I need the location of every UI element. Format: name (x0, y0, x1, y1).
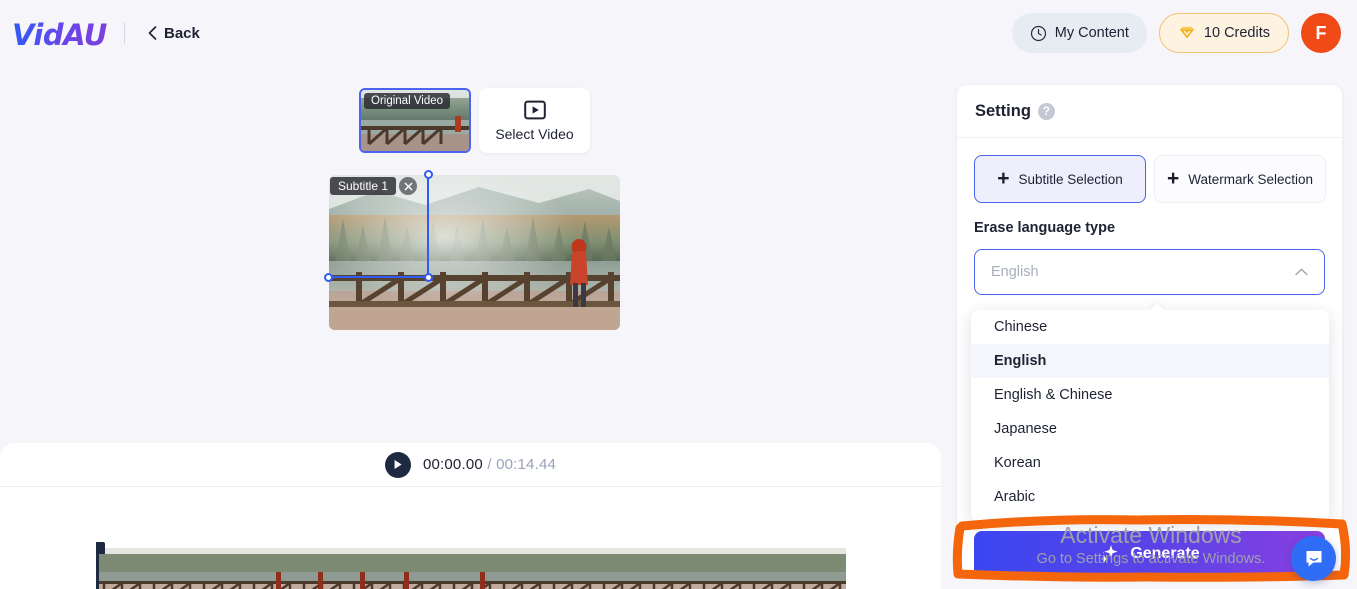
vidau-logo[interactable]: VidAU (12, 18, 107, 52)
frame-image (346, 548, 396, 589)
original-video-badge: Original Video (364, 93, 451, 109)
editor-canvas: Original Video Select Video Subtitle 1 (0, 66, 941, 443)
sparkles-icon (1101, 545, 1118, 563)
timeline-frame[interactable] (196, 548, 246, 589)
frame-image (246, 548, 296, 589)
playhead-handle[interactable] (96, 542, 105, 554)
play-icon (394, 460, 402, 469)
player-panel: 00:00.00 / 00:14.44 (0, 443, 941, 589)
my-content-label: My Content (1054, 25, 1129, 41)
play-box-icon (523, 100, 546, 120)
credits-label: 10 Credits (1203, 25, 1270, 41)
avatar[interactable]: F (1301, 13, 1341, 53)
frame-image (396, 548, 446, 589)
frame-image (596, 548, 646, 589)
timeline-frame[interactable] (96, 548, 146, 589)
timeline-frame[interactable] (646, 548, 696, 589)
close-icon[interactable] (399, 177, 417, 195)
frame-image (496, 548, 546, 589)
resize-handle-corner[interactable] (424, 273, 433, 282)
clock-icon (1030, 25, 1046, 41)
credits-button[interactable]: 10 Credits (1158, 13, 1289, 53)
language-dropdown[interactable]: Chinese English English & Chinese Japane… (971, 310, 1329, 521)
avatar-initial: F (1315, 22, 1327, 43)
timeline-frame[interactable] (396, 548, 446, 589)
close-x-icon (404, 182, 412, 190)
subtitle-selection-button[interactable]: + Subtitle Selection (974, 155, 1146, 203)
my-content-button[interactable]: My Content (1011, 13, 1147, 53)
language-select[interactable]: English (974, 249, 1325, 295)
frame-image (146, 548, 196, 589)
plus-icon: + (997, 166, 1010, 190)
chevron-left-icon (148, 26, 157, 40)
help-icon[interactable]: ? (1037, 102, 1055, 120)
chevron-up-icon (1295, 268, 1308, 276)
app-header: VidAU Back My Content 10 Credits F (0, 0, 1357, 66)
timeline-frame[interactable] (596, 548, 646, 589)
dropdown-option[interactable]: Arabic (971, 480, 1329, 514)
back-button[interactable]: Back (148, 21, 200, 45)
video-preview-image (329, 175, 620, 330)
frame-image (546, 548, 596, 589)
chat-bubble-icon (1306, 550, 1321, 566)
settings-header: Setting ? (957, 85, 1342, 138)
settings-title: Setting (975, 101, 1031, 120)
header-divider (124, 22, 125, 44)
frame-image (196, 548, 246, 589)
chat-widget-button[interactable] (1291, 536, 1336, 581)
select-video-button[interactable]: Select Video (479, 88, 590, 153)
timeline-frame[interactable] (696, 548, 746, 589)
current-time: 00:00.00 (422, 456, 483, 473)
dropdown-option[interactable]: Chinese (971, 310, 1329, 344)
time-separator: / (487, 456, 492, 473)
frame-image (446, 548, 496, 589)
select-video-label: Select Video (495, 126, 574, 142)
timeline-frame[interactable] (296, 548, 346, 589)
timeline-frame[interactable] (796, 548, 846, 589)
dropdown-option[interactable]: English & Chinese (971, 378, 1329, 412)
header-actions: My Content 10 Credits F (1011, 13, 1341, 53)
timeline-frame[interactable] (546, 548, 596, 589)
dropdown-caret (1148, 303, 1166, 312)
timeline-frame[interactable] (496, 548, 546, 589)
frame-image (646, 548, 696, 589)
timeline[interactable] (0, 488, 941, 589)
plus-icon: + (1166, 166, 1180, 190)
timeline-frame[interactable] (446, 548, 496, 589)
watermark-selection-label: Watermark Selection (1188, 171, 1314, 187)
play-button[interactable] (384, 451, 411, 478)
timeline-frame[interactable] (146, 548, 196, 589)
timeline-frame[interactable] (746, 548, 796, 589)
app-root: VidAU Back My Content 10 Credits F Origi… (0, 0, 1357, 589)
dropdown-option[interactable]: Japanese (971, 412, 1329, 446)
resize-handle-left[interactable] (324, 273, 333, 282)
selection-mode-row: + Subtitle Selection + Watermark Selecti… (974, 155, 1326, 203)
watermark-selection-button[interactable]: + Watermark Selection (1154, 155, 1326, 203)
language-select-value: English (991, 264, 1039, 280)
frame-image (96, 548, 146, 589)
resize-handle-top[interactable] (424, 170, 433, 179)
generate-label: Generate (1130, 545, 1200, 562)
dropdown-option[interactable]: Korean (971, 446, 1329, 480)
frame-image (796, 548, 846, 589)
generate-button[interactable]: Generate (974, 531, 1325, 577)
video-thumbnail-row: Original Video Select Video (359, 88, 590, 153)
frame-image (696, 548, 746, 589)
timeline-filmstrip[interactable] (96, 548, 847, 589)
subtitle-selection-label: Subtitle Selection (1018, 171, 1123, 187)
total-time: 00:14.44 (496, 456, 557, 473)
timeline-frame[interactable] (346, 548, 396, 589)
time-display: 00:00.00 / 00:14.44 (423, 456, 556, 473)
video-preview[interactable] (329, 175, 620, 330)
player-controls: 00:00.00 / 00:14.44 (0, 443, 941, 487)
back-label: Back (164, 24, 200, 42)
diamond-icon (1179, 26, 1195, 39)
frame-image (296, 548, 346, 589)
original-video-thumbnail[interactable]: Original Video (359, 88, 471, 153)
frame-image (746, 548, 796, 589)
dropdown-option-selected[interactable]: English (971, 344, 1329, 378)
timeline-frame[interactable] (246, 548, 296, 589)
erase-language-label: Erase language type (974, 220, 1116, 236)
